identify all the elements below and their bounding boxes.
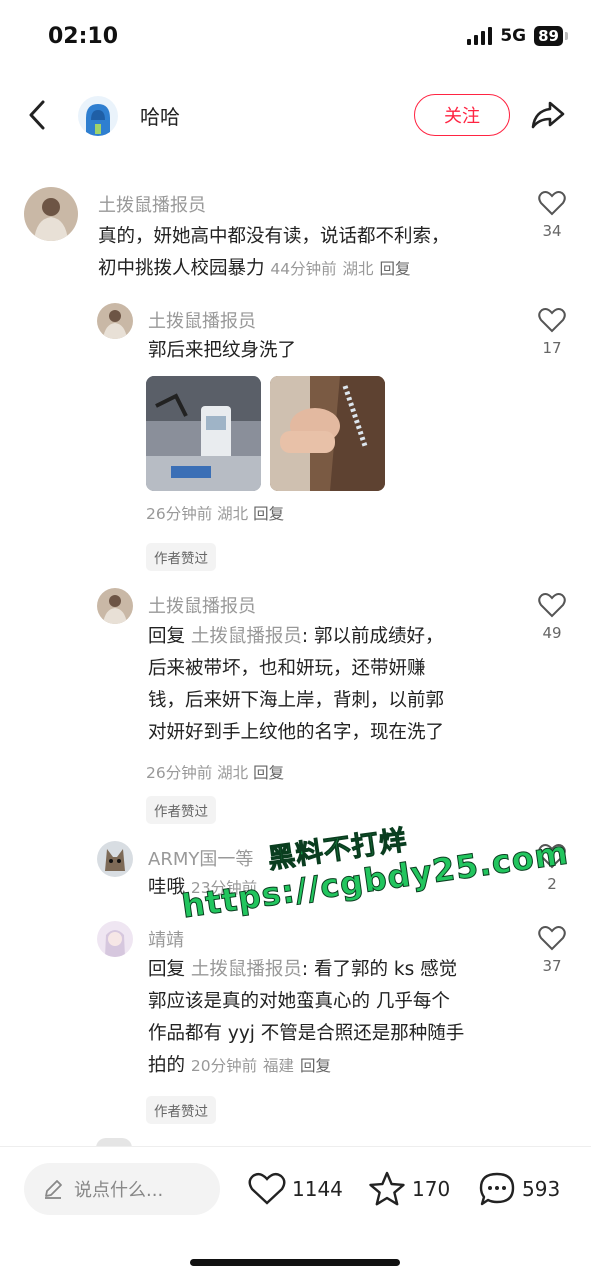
signal-icon	[467, 27, 493, 45]
chat-bubble-icon	[479, 1172, 515, 1206]
post-comment-count: 593	[522, 1177, 561, 1201]
back-icon[interactable]	[22, 96, 52, 134]
reply-to-name[interactable]: 土拨鼠播报员	[191, 959, 302, 980]
like-count: 2	[547, 875, 557, 893]
author-liked-badge: 作者赞过	[146, 543, 216, 571]
heart-icon	[538, 844, 566, 869]
author-liked-badge: 作者赞过	[146, 796, 216, 824]
comment-time: 44分钟前	[270, 260, 337, 278]
comment-location: 湖北	[217, 764, 249, 782]
post-like-count: 1144	[292, 1177, 343, 1201]
commenter-name[interactable]: ARMY国一等	[148, 845, 253, 871]
like-button[interactable]: 37	[532, 925, 572, 975]
comment-input[interactable]: 说点什么...	[24, 1163, 220, 1215]
comment-time: 23分钟前	[190, 879, 258, 897]
heart-icon	[538, 593, 566, 618]
reply-prefix: 回复	[148, 626, 186, 647]
comment-text-span: : 郭以前成绩好，	[301, 626, 444, 647]
comment-text-span: 哇哦	[148, 877, 186, 898]
pencil-icon	[45, 1180, 62, 1199]
status-time: 02:10	[48, 24, 119, 49]
comment-location: 福建	[263, 1057, 295, 1075]
author-liked-badge: 作者赞过	[146, 1096, 216, 1124]
comment-image[interactable]	[146, 376, 261, 491]
like-button[interactable]: 17	[532, 307, 572, 357]
battery-icon: 89	[534, 26, 568, 46]
commenter-name[interactable]: 土拨鼠播报员	[98, 191, 206, 217]
comment-text: 回复 土拨鼠播报员: 看了郭的 ks 感觉 郭应该是真的对她蛮真心的 几乎每个 …	[148, 954, 464, 1082]
comment-text-line: 拍的 20分钟前 福建 回复	[148, 1050, 464, 1082]
comment-text-line: 郭应该是真的对她蛮真心的 几乎每个	[148, 991, 450, 1012]
heart-icon	[538, 308, 566, 333]
comment-text-line: 对妍好到手上纹他的名字，现在洗了	[148, 722, 445, 743]
commenter-name[interactable]: 土拨鼠播报员	[148, 592, 256, 618]
top-bar: 哈哈 关注	[0, 84, 591, 146]
comment-text-line: 真的，妍她高中都没有读，说话都不利索，	[98, 226, 450, 247]
reply-to-name[interactable]: 土拨鼠播报员	[191, 626, 302, 647]
comment-time: 20分钟前	[190, 1057, 258, 1075]
collect-button[interactable]: 170	[368, 1167, 450, 1211]
comments-button[interactable]: 593	[478, 1167, 560, 1211]
heart-icon	[538, 191, 566, 216]
follow-button[interactable]: 关注	[414, 94, 510, 136]
status-bar: 02:10 5G 89	[0, 0, 591, 76]
commenter-avatar[interactable]	[24, 187, 78, 241]
comment-text-line: 回复 土拨鼠播报员: 郭以前成绩好，	[148, 621, 444, 653]
comment-text-line: 作品都有 yyj 不管是合照还是那种随手	[148, 1023, 465, 1044]
comment-meta: 26分钟前 湖北 回复	[146, 761, 284, 783]
comment-text: 真的，妍她高中都没有读，说话都不利索， 初中挑拨人校园暴力 44分钟前 湖北 回…	[98, 221, 450, 285]
comment-text-line: 钱，后来妍下海上岸，背刺，以前郭	[148, 690, 445, 711]
comment-text: 哇哦 23分钟前	[148, 872, 257, 904]
comment-text-span: : 看了郭的 ks 感觉	[301, 959, 458, 980]
heart-icon	[538, 926, 566, 951]
like-count: 37	[542, 957, 562, 975]
comment-time: 26分钟前	[146, 505, 213, 523]
comment-time: 26分钟前	[146, 764, 213, 782]
comment-location: 湖北	[217, 505, 249, 523]
commenter-name[interactable]: 靖靖	[148, 926, 184, 952]
commenter-name[interactable]: 土拨鼠播报员	[148, 307, 256, 333]
like-button[interactable]: 49	[532, 592, 572, 642]
comment-text-span: 初中挑拨人校园暴力	[98, 258, 265, 279]
comment-image[interactable]	[270, 376, 385, 491]
commenter-avatar[interactable]	[97, 921, 133, 957]
reply-button[interactable]: 回复	[253, 764, 284, 782]
commenter-avatar[interactable]	[97, 303, 133, 339]
comment-text: 回复 土拨鼠播报员: 郭以前成绩好， 后来被带坏，也和妍玩，还带妍赚 钱，后来妍…	[148, 621, 444, 749]
like-button[interactable]: 34	[532, 190, 572, 240]
commenter-avatar[interactable]	[97, 841, 133, 877]
comment-text-line: 回复 土拨鼠播报员: 看了郭的 ks 感觉	[148, 954, 464, 986]
like-count: 49	[542, 624, 562, 642]
reply-prefix: 回复	[148, 959, 186, 980]
comment-location: 湖北	[342, 260, 374, 278]
network-type: 5G	[500, 26, 527, 46]
commenter-avatar[interactable]	[97, 588, 133, 624]
star-icon	[369, 1171, 405, 1206]
like-button[interactable]: 2	[532, 843, 572, 893]
watermark-text: 黑料不打烊	[266, 824, 410, 876]
comment-meta: 26分钟前 湖北 回复	[146, 502, 284, 524]
comment-text-line: 初中挑拨人校园暴力 44分钟前 湖北 回复	[98, 253, 450, 285]
like-count: 17	[542, 339, 562, 357]
post-collect-count: 170	[412, 1177, 451, 1201]
reply-button[interactable]: 回复	[379, 260, 410, 278]
reply-button[interactable]: 回复	[253, 505, 284, 523]
status-indicators: 5G 89	[467, 26, 568, 46]
reply-button[interactable]: 回复	[300, 1057, 331, 1075]
heart-icon	[248, 1172, 286, 1205]
share-icon[interactable]	[528, 96, 568, 134]
comment-text-span: 拍的	[148, 1055, 186, 1076]
comment-text: 郭后来把纹身洗了	[148, 340, 297, 361]
bottom-bar: 说点什么... 1144 170 593	[0, 1147, 591, 1280]
author-name[interactable]: 哈哈	[140, 101, 180, 130]
home-indicator	[190, 1259, 400, 1266]
like-post-button[interactable]: 1144	[248, 1167, 343, 1211]
comment-input-placeholder: 说点什么...	[74, 1180, 164, 1201]
like-count: 34	[542, 222, 562, 240]
author-avatar[interactable]	[78, 96, 118, 136]
comment-text-line: 后来被带坏，也和妍玩，还带妍赚	[148, 658, 426, 679]
